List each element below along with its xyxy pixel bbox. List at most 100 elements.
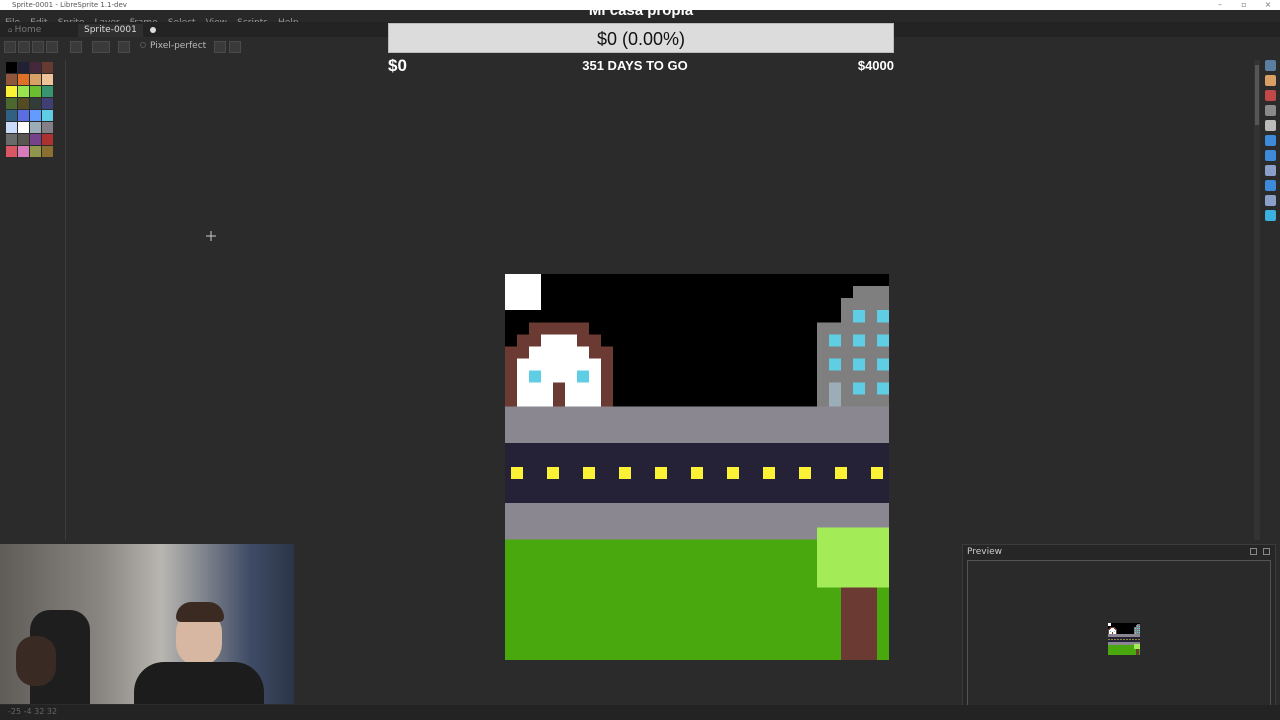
sprite-canvas[interactable]: [505, 274, 889, 660]
building-door: [1135, 632, 1136, 634]
tab-sprite-0001[interactable]: Sprite-0001: [78, 24, 143, 37]
house-door: [553, 382, 565, 407]
palette-swatch[interactable]: [6, 98, 17, 109]
rectangle-tool-icon[interactable]: [1265, 195, 1276, 206]
building-window: [1139, 630, 1140, 631]
building-window: [1135, 628, 1136, 629]
building-window: [853, 334, 865, 347]
tab-home-label: Home: [14, 25, 42, 35]
road-light: [619, 467, 631, 480]
palette-swatch[interactable]: [18, 134, 29, 145]
close-button[interactable]: ×: [1262, 0, 1274, 10]
line-tool-icon[interactable]: [1265, 180, 1276, 191]
brush-custom-button[interactable]: [46, 41, 58, 53]
palette-swatch[interactable]: [30, 74, 41, 85]
tree-trunk: [841, 587, 877, 660]
marquee-tool-icon[interactable]: [1265, 60, 1276, 71]
palette-swatch[interactable]: [6, 86, 17, 97]
house-window: [1110, 631, 1111, 632]
pencil-tool-icon[interactable]: [1265, 75, 1276, 86]
eraser-tool-icon[interactable]: [1265, 90, 1276, 101]
road-light: [1135, 639, 1137, 640]
building-window: [853, 382, 865, 395]
move-tool-icon[interactable]: [1265, 135, 1276, 146]
house-roof: [1110, 627, 1115, 628]
minimize-button[interactable]: –: [1214, 0, 1226, 10]
tab-home[interactable]: ⌂ Home: [2, 24, 47, 37]
palette-swatch[interactable]: [18, 86, 29, 97]
road-light: [835, 467, 847, 480]
lasso-tool-icon[interactable]: [1265, 210, 1276, 221]
palette-swatch[interactable]: [42, 74, 53, 85]
palette-swatch[interactable]: [42, 146, 53, 157]
palette-swatch[interactable]: [42, 62, 53, 73]
house-window: [577, 370, 589, 383]
zoom-tool-icon[interactable]: [1265, 120, 1276, 131]
overlay-goal-title: Mi casa propia: [588, 2, 694, 19]
palette-swatch[interactable]: [30, 122, 41, 133]
preview-viewport[interactable]: [967, 560, 1271, 712]
building-window: [829, 358, 841, 371]
palette-swatch[interactable]: [18, 98, 29, 109]
palette-swatch[interactable]: [18, 62, 29, 73]
symmetry-h-button[interactable]: [214, 41, 226, 53]
palette-swatch[interactable]: [6, 110, 17, 121]
building-door: [829, 382, 841, 407]
road-light: [871, 467, 883, 480]
road-light: [1114, 639, 1116, 640]
tool-bar: [1262, 58, 1278, 228]
preview-title: Preview: [967, 547, 1003, 557]
palette-swatch[interactable]: [30, 146, 41, 157]
palette-swatch[interactable]: [18, 122, 29, 133]
palette-swatch[interactable]: [18, 74, 29, 85]
brush-size-button[interactable]: [70, 41, 82, 53]
webcam-person-body: [134, 662, 264, 704]
palette-swatch[interactable]: [18, 110, 29, 121]
building-window: [877, 358, 889, 371]
road-light: [1138, 639, 1140, 640]
palette-swatch[interactable]: [6, 134, 17, 145]
eyedropper-tool-icon[interactable]: [1265, 105, 1276, 116]
palette-swatch[interactable]: [18, 146, 29, 157]
palette-swatch[interactable]: [6, 74, 17, 85]
goal-progress-text: $0 (0.00%): [596, 29, 686, 49]
vertical-scrollbar[interactable]: [1254, 60, 1260, 540]
palette-swatch[interactable]: [30, 134, 41, 145]
palette-swatch[interactable]: [30, 110, 41, 121]
opacity-field[interactable]: [92, 41, 110, 53]
road-light: [1111, 639, 1113, 640]
palette-swatch[interactable]: [6, 62, 17, 73]
palette-swatch[interactable]: [30, 86, 41, 97]
palette-swatch[interactable]: [42, 98, 53, 109]
fill-tool-icon[interactable]: [1265, 150, 1276, 161]
webcam-overlay: [0, 544, 294, 704]
tree-top: [1134, 644, 1140, 649]
pixel-perfect-label: Pixel-perfect: [150, 41, 207, 51]
unsaved-dot-icon[interactable]: [150, 27, 156, 33]
palette-swatch[interactable]: [42, 86, 53, 97]
maximize-button[interactable]: ▫: [1238, 0, 1250, 10]
brush-square-button[interactable]: [18, 41, 30, 53]
scrollbar-thumb[interactable]: [1255, 65, 1259, 125]
palette-swatch[interactable]: [42, 110, 53, 121]
building-window: [829, 334, 841, 347]
preview-close-icon[interactable]: [1263, 548, 1270, 555]
palette-swatch[interactable]: [30, 98, 41, 109]
preview-window: Preview: [962, 544, 1276, 716]
building-window: [1135, 630, 1136, 631]
palette-swatch[interactable]: [6, 122, 17, 133]
gradient-tool-icon[interactable]: [1265, 165, 1276, 176]
symmetry-v-button[interactable]: [229, 41, 241, 53]
palette-swatch[interactable]: [6, 146, 17, 157]
palette-swatch[interactable]: [42, 134, 53, 145]
tree-trunk: [1136, 649, 1139, 655]
preview-maximize-icon[interactable]: [1250, 548, 1257, 555]
brush-round-button[interactable]: [4, 41, 16, 53]
pixel-perfect-checkbox[interactable]: [140, 42, 146, 48]
ink-button[interactable]: [118, 41, 130, 53]
preview-thumbnail: [1108, 623, 1140, 655]
palette-swatch[interactable]: [30, 62, 41, 73]
brush-line-button[interactable]: [32, 41, 44, 53]
palette-swatch[interactable]: [42, 122, 53, 133]
tree-top: [817, 527, 889, 588]
